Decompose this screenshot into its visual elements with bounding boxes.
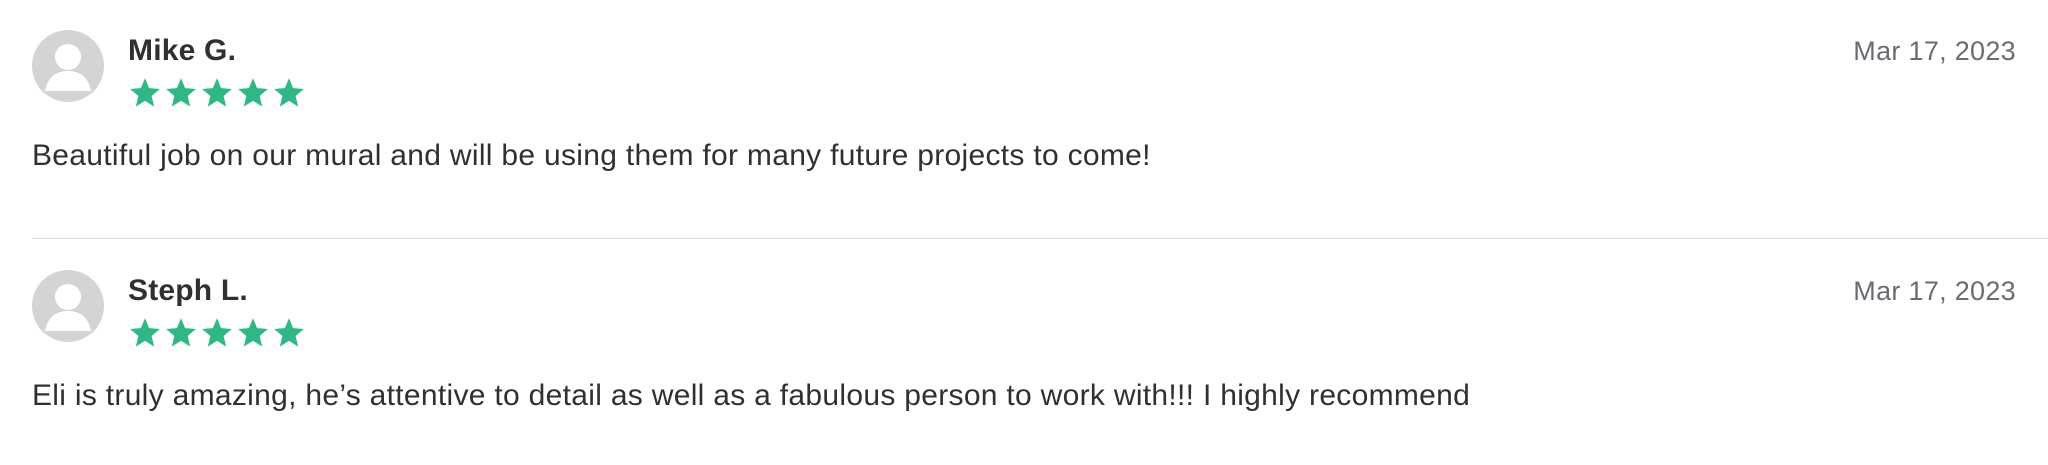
review-date: Mar 17, 2023 [1853,276,2016,306]
review-text: Beautiful job on our mural and will be u… [32,139,1151,172]
reviewer-name: Mike G. [128,34,237,67]
avatar [32,30,104,102]
star-rating [128,316,306,354]
star-icon [166,318,196,347]
review-text: Eli is truly amazing, he’s attentive to … [32,379,1471,412]
avatar [32,270,104,342]
star-icon [274,318,304,347]
star-icon [130,318,160,347]
user-silhouette-icon [32,270,104,342]
star-icon [166,78,196,107]
reviews-list: Mike G. Mar 17, 2023 Beautiful job on ou… [0,0,2048,465]
star-icon [202,78,232,107]
star-icon [130,78,160,107]
review-date: Mar 17, 2023 [1853,36,2016,66]
review-divider [32,238,2048,239]
star-rating [128,76,306,114]
user-silhouette-icon [32,30,104,102]
reviewer-name: Steph L. [128,274,248,307]
star-icon [238,78,268,107]
star-icon [202,318,232,347]
star-icon [274,78,304,107]
star-icon [238,318,268,347]
